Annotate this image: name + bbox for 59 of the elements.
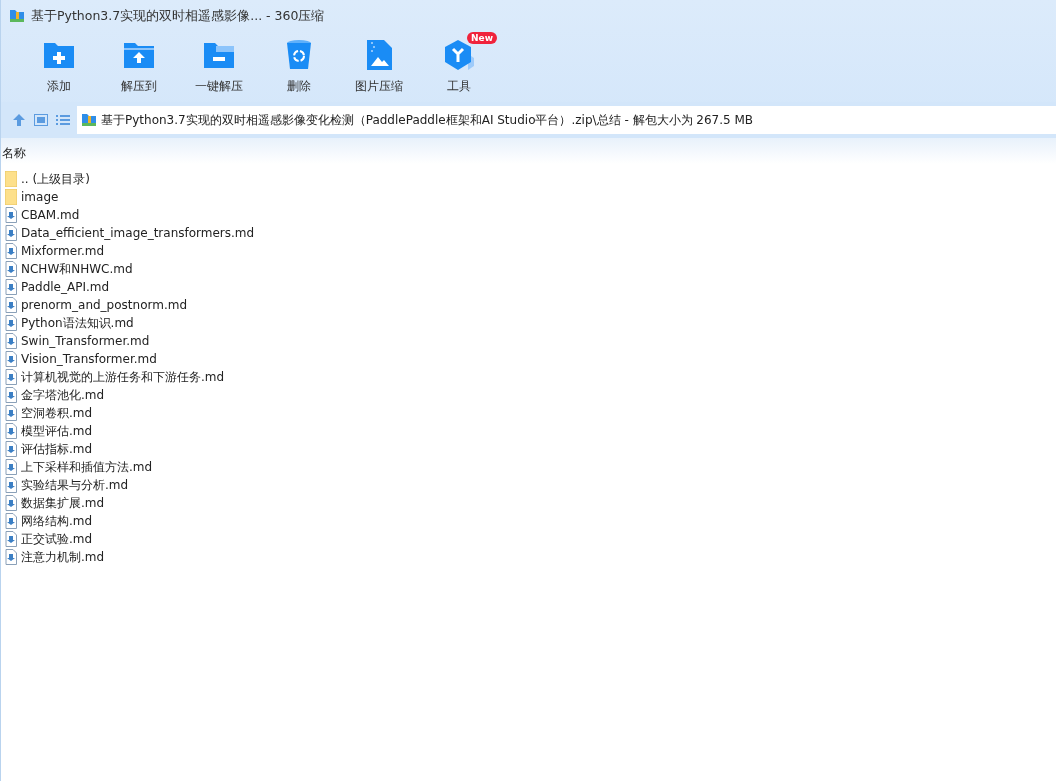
list-view-icon[interactable] — [55, 112, 71, 128]
file-name[interactable]: Paddle_API.md — [21, 280, 110, 294]
file-icon — [5, 495, 17, 511]
file-icon — [5, 513, 17, 529]
archive-icon — [81, 112, 97, 128]
archive-icon — [9, 8, 25, 24]
toolbar-button[interactable]: 图片压缩 — [339, 32, 419, 102]
file-icon — [5, 333, 17, 349]
file-icon — [5, 351, 17, 367]
file-name[interactable]: Python语法知识.md — [21, 314, 134, 332]
file-name[interactable]: 实验结果与分析.md — [21, 476, 129, 494]
file-icon — [5, 549, 17, 565]
new-badge: New — [467, 32, 497, 44]
toolbar-button[interactable]: 工具 New — [419, 32, 499, 102]
file-icon — [5, 423, 17, 439]
toolbar-button[interactable]: 一键解压 — [179, 32, 259, 102]
file-icon — [5, 279, 17, 295]
file-name[interactable]: 空洞卷积.md — [21, 404, 93, 422]
file-name[interactable]: image — [21, 190, 59, 204]
file-icon — [5, 207, 17, 223]
file-name[interactable]: CBAM.md — [21, 208, 80, 222]
file-name[interactable]: NCHW和NHWC.md — [21, 260, 133, 278]
toolbar-button[interactable]: 删除 — [259, 32, 339, 102]
thumbnail-view-icon[interactable] — [33, 112, 49, 128]
column-header[interactable]: 名称 — [1, 145, 26, 164]
file-icon — [5, 261, 17, 277]
up-arrow-icon[interactable] — [11, 112, 27, 128]
file-name[interactable]: 网络结构.md — [21, 512, 93, 530]
file-name[interactable]: 注意力机制.md — [21, 548, 105, 566]
file-icon — [5, 225, 17, 241]
file-icon — [5, 459, 17, 475]
file-icon — [5, 405, 17, 421]
folder-icon — [5, 171, 17, 187]
address-field[interactable]: 基于Python3.7实现的双时相遥感影像变化检测（PaddlePaddle框架和AI Studio平台）.zip\总结 - 解包大小为 267.5 MB — [77, 106, 1056, 134]
file-icon — [5, 369, 17, 385]
file-name[interactable]: Vision_Transformer.md — [21, 352, 157, 366]
file-icon — [5, 315, 17, 331]
file-name[interactable]: prenorm_and_postnorm.md — [21, 298, 187, 312]
file-name[interactable]: Swin_Transformer.md — [21, 334, 150, 348]
file-name[interactable]: 正交试验.md — [21, 530, 93, 548]
file-icon — [5, 441, 17, 457]
file-name[interactable]: Mixformer.md — [21, 244, 105, 258]
file-icon — [5, 243, 17, 259]
toolbar-button[interactable]: 添加 — [19, 32, 99, 102]
file-name[interactable]: 模型评估.md — [21, 422, 93, 440]
file-name[interactable]: .. (上级目录) — [21, 170, 90, 188]
file-name[interactable]: Data_efficient_image_transformers.md — [21, 226, 255, 240]
file-name[interactable]: 评估指标.md — [21, 440, 93, 458]
toolbar-button[interactable]: 解压到 — [99, 32, 179, 102]
file-name[interactable]: 数据集扩展.md — [21, 494, 105, 512]
folder-icon — [5, 189, 17, 205]
window-title: 基于Python3.7实现的双时相遥感影像... - 360压缩 — [31, 7, 325, 25]
file-icon — [5, 477, 17, 493]
file-name[interactable]: 金字塔池化.md — [21, 386, 105, 404]
file-name[interactable]: 上下采样和插值方法.md — [21, 458, 153, 476]
file-icon — [5, 297, 17, 313]
file-name[interactable]: 计算机视觉的上游任务和下游任务.md — [21, 368, 225, 386]
file-icon — [5, 387, 17, 403]
file-icon — [5, 531, 17, 547]
